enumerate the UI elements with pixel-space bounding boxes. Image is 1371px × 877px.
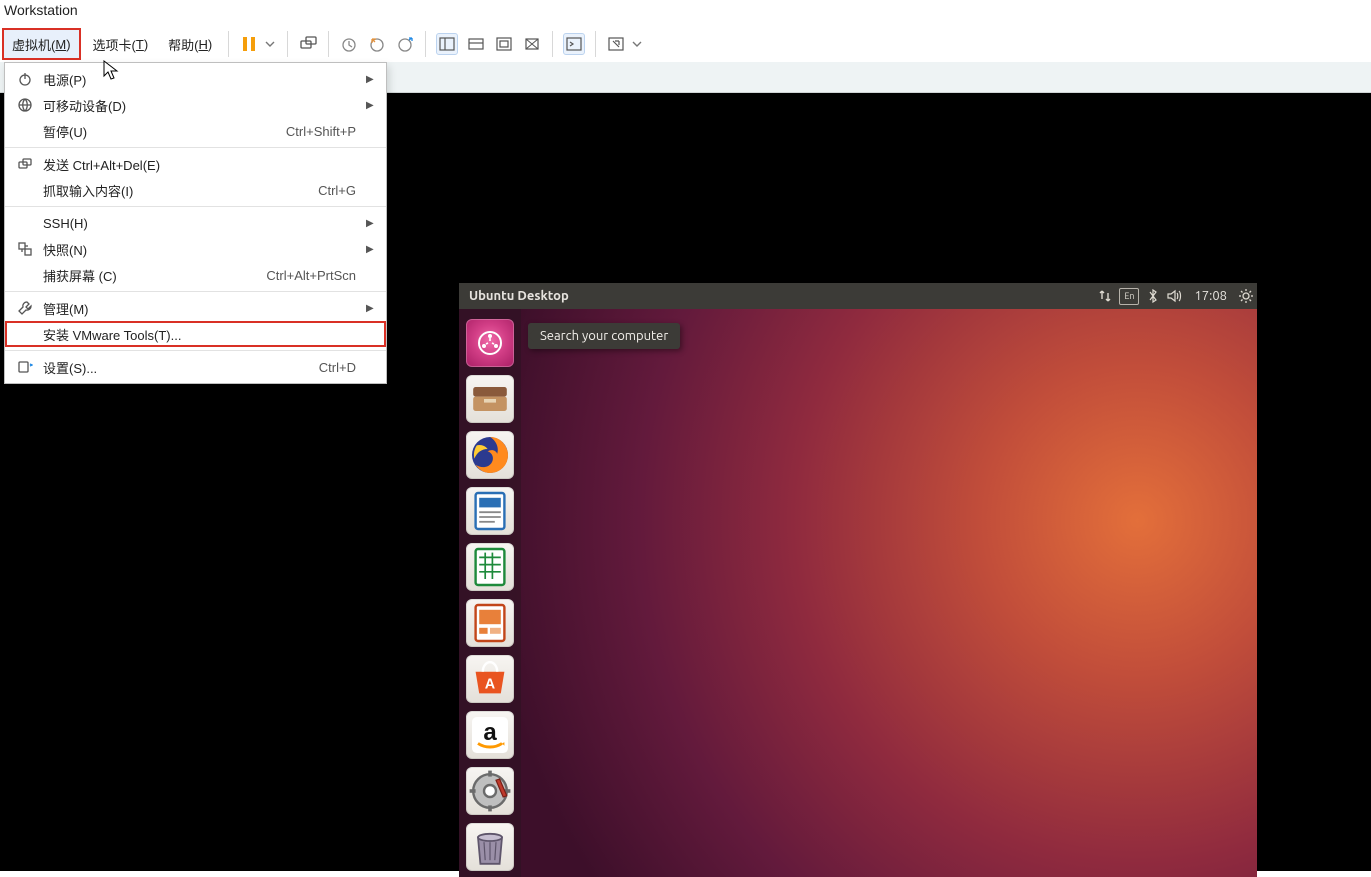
launcher-tooltip: Search your computer (528, 323, 680, 349)
settings-icon (15, 357, 35, 377)
snapshot-manager-icon[interactable] (395, 34, 415, 54)
volume-icon[interactable] (1164, 284, 1186, 308)
toolbar-separator (228, 31, 229, 57)
blank-icon (15, 265, 35, 285)
menu-item-label: 设置(S)... (43, 358, 319, 377)
input-lang-indicator[interactable]: En (1119, 288, 1139, 305)
menu-item-label: 暂停(U) (43, 122, 286, 141)
menu-item-label: 电源(P) (43, 70, 356, 89)
desktop-wallpaper (459, 283, 1257, 877)
view-single-icon[interactable] (466, 34, 486, 54)
menu-item-label: SSH(H) (43, 216, 356, 231)
launcher-settings[interactable] (466, 767, 514, 815)
menu-vm[interactable]: 虚拟机(M) (2, 28, 81, 60)
launcher-amazon[interactable]: a (466, 711, 514, 759)
gear-icon[interactable] (1235, 284, 1257, 308)
snapshot-icon (15, 239, 35, 259)
submenu-arrow-icon: ▶ (366, 244, 376, 255)
blank-icon (15, 324, 35, 344)
send-icon (15, 154, 35, 174)
menu-item-accel: Ctrl+D (319, 360, 356, 375)
menu-item-label: 管理(M) (43, 299, 356, 318)
menu-item-label: 发送 Ctrl+Alt+Del(E) (43, 155, 356, 174)
ubuntu-top-panel[interactable]: Ubuntu Desktop En 17:08 (459, 283, 1257, 309)
fullscreen-icon[interactable] (606, 34, 626, 54)
menu-item-9[interactable]: 捕获屏幕 (C)Ctrl+Alt+PrtScn (5, 262, 386, 288)
pause-icon[interactable] (239, 34, 259, 54)
launcher-software[interactable]: A (466, 655, 514, 703)
bluetooth-icon[interactable] (1142, 284, 1164, 308)
menu-item-label: 快照(N) (43, 240, 356, 259)
svg-text:A: A (485, 677, 496, 693)
menu-item-accel: Ctrl+G (318, 183, 356, 198)
guest-display[interactable]: Ubuntu Desktop En 17:08 Search your comp… (459, 283, 1257, 877)
toolbar-separator (328, 31, 329, 57)
menu-item-0[interactable]: 电源(P) ▶ (5, 66, 386, 92)
svg-text:a: a (483, 719, 497, 746)
power-icon (15, 69, 35, 89)
launcher-files[interactable] (466, 375, 514, 423)
globe-icon (15, 95, 35, 115)
menu-item-accel: Ctrl+Alt+PrtScn (266, 268, 356, 283)
vm-menu-dropdown: 电源(P) ▶ 可移动设备(D) ▶ 暂停(U)Ctrl+Shift+P 发送 Ctrl+… (4, 62, 387, 384)
launcher-impress[interactable] (466, 599, 514, 647)
view-fit-icon[interactable] (494, 34, 514, 54)
panel-title: Ubuntu Desktop (459, 289, 569, 303)
send-cad-icon[interactable] (298, 34, 318, 54)
launcher-writer[interactable] (466, 487, 514, 535)
submenu-arrow-icon: ▶ (366, 218, 376, 229)
blank-icon (15, 213, 35, 233)
menu-tabs[interactable]: 选项卡(T) (85, 30, 157, 58)
menu-item-4[interactable]: 发送 Ctrl+Alt+Del(E) (5, 151, 386, 177)
menu-item-2[interactable]: 暂停(U)Ctrl+Shift+P (5, 118, 386, 144)
menu-item-accel: Ctrl+Shift+P (286, 124, 356, 139)
menu-item-label: 捕获屏幕 (C) (43, 266, 266, 285)
blank-icon (15, 180, 35, 200)
window-title: Workstation (0, 0, 1371, 26)
menu-item-11[interactable]: 管理(M) ▶ (5, 295, 386, 321)
menu-separator (5, 206, 386, 207)
snapshot-take-icon[interactable] (339, 34, 359, 54)
submenu-arrow-icon: ▶ (366, 303, 376, 314)
menu-item-1[interactable]: 可移动设备(D) ▶ (5, 92, 386, 118)
menu-separator (5, 147, 386, 148)
view-sidebar-icon[interactable] (436, 33, 458, 55)
toolbar-separator (552, 31, 553, 57)
fullscreen-dropdown-caret[interactable] (632, 34, 642, 54)
submenu-arrow-icon: ▶ (366, 74, 376, 85)
launcher-firefox[interactable] (466, 431, 514, 479)
menu-toolbar: 虚拟机(M) 选项卡(T) 帮助(H) (0, 26, 1371, 63)
menu-item-label: 可移动设备(D) (43, 96, 356, 115)
menu-item-label: 抓取输入内容(I) (43, 181, 318, 200)
menu-item-14[interactable]: 设置(S)...Ctrl+D (5, 354, 386, 380)
launcher-calc[interactable] (466, 543, 514, 591)
menu-item-12[interactable]: 安装 VMware Tools(T)... (5, 321, 386, 347)
launcher-dash[interactable]: Search your computer (466, 319, 514, 367)
menu-separator (5, 350, 386, 351)
blank-icon (15, 121, 35, 141)
toolbar-separator (287, 31, 288, 57)
wrench-icon (15, 298, 35, 318)
console-icon[interactable] (563, 33, 585, 55)
menu-item-label: 安装 VMware Tools(T)... (43, 325, 356, 344)
toolbar-separator (595, 31, 596, 57)
menu-separator (5, 291, 386, 292)
launcher-trash[interactable] (466, 823, 514, 871)
menu-item-7[interactable]: SSH(H) ▶ (5, 210, 386, 236)
submenu-arrow-icon: ▶ (366, 100, 376, 111)
view-stretch-icon[interactable] (522, 34, 542, 54)
power-dropdown-caret[interactable] (265, 34, 275, 54)
snapshot-revert-icon[interactable] (367, 34, 387, 54)
network-icon[interactable] (1094, 284, 1116, 308)
menu-item-5[interactable]: 抓取输入内容(I)Ctrl+G (5, 177, 386, 203)
clock[interactable]: 17:08 (1186, 289, 1235, 303)
menu-item-8[interactable]: 快照(N) ▶ (5, 236, 386, 262)
toolbar-separator (425, 31, 426, 57)
menu-help[interactable]: 帮助(H) (160, 30, 220, 58)
unity-launcher: Search your computer Aa (459, 309, 521, 877)
